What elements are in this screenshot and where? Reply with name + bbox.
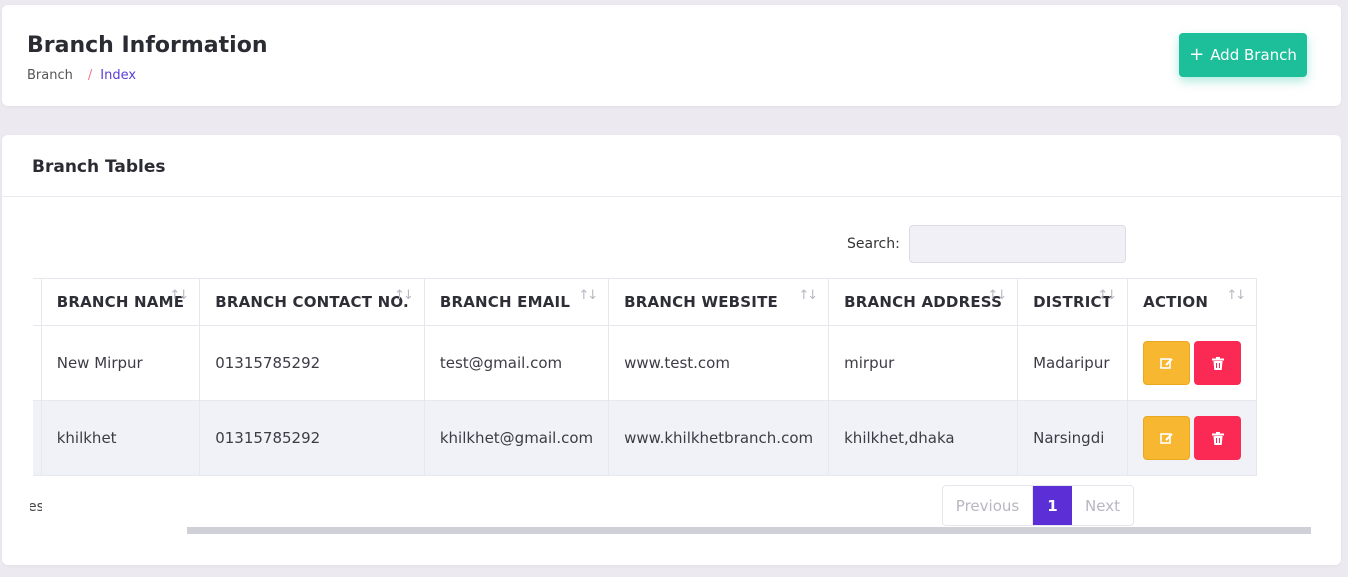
edit-button[interactable] <box>1143 341 1191 385</box>
cell-email: khilkhet@gmail.com <box>424 400 610 476</box>
pagination: Previous 1 Next <box>942 485 1134 526</box>
page-header-card: Branch Information Branch / Index + Add Br… <box>2 5 1341 106</box>
sort-icon: ↑↓ <box>169 288 189 303</box>
cell-email: test@gmail.com <box>424 325 610 401</box>
sort-icon: ↑↓ <box>578 288 598 303</box>
cell-address: khilkhet,dhaka <box>828 400 1019 476</box>
column-header-branch-website[interactable]: BRANCH WEBSITE ↑↓ <box>608 278 830 326</box>
edit-icon <box>1159 357 1173 369</box>
cell-contact: 01315785292 <box>199 400 425 476</box>
sort-icon: ↑↓ <box>1226 288 1246 303</box>
edit-icon <box>1159 432 1173 444</box>
cell-branch-name: khilkhet <box>41 400 201 476</box>
cell-id: 10042 <box>33 325 42 401</box>
column-header-branch-name[interactable]: BRANCH NAME ↑↓ <box>41 278 201 326</box>
sort-icon: ↑↓ <box>987 288 1007 303</box>
cell-website: www.test.com <box>608 325 830 401</box>
trash-icon <box>1211 356 1224 370</box>
table-row: 10042 New Mirpur 01315785292 test@gmail.… <box>33 325 1258 401</box>
trash-icon <box>1211 431 1224 445</box>
breadcrumb-separator: / <box>87 68 93 83</box>
page-title: Branch Information <box>27 33 268 58</box>
cell-action <box>1127 400 1258 476</box>
breadcrumb-current: Index <box>100 68 137 83</box>
search-input[interactable] <box>909 225 1126 263</box>
table-info-text: es <box>30 499 42 515</box>
table-card-title: Branch Tables <box>32 157 166 177</box>
sort-icon: ↑↓ <box>394 288 414 303</box>
table-scroll-area[interactable]: ID↑↓ BRANCH NAME↑↓ BRANCH CONTACT NO.↑↓ … <box>33 278 1311 476</box>
cell-district: Narsingdi <box>1017 400 1129 476</box>
cell-website: www.khilkhetbranch.com <box>608 400 830 476</box>
table-header-row: ID↑↓ BRANCH NAME↑↓ BRANCH CONTACT NO.↑↓ … <box>33 278 1258 326</box>
add-branch-label: Add Branch <box>1210 46 1297 64</box>
add-branch-button[interactable]: + Add Branch <box>1179 33 1307 77</box>
cell-action <box>1127 325 1258 401</box>
cell-id: 10041 <box>33 400 42 476</box>
column-header-district[interactable]: DISTRICT ↑↓ <box>1017 278 1129 326</box>
table-row: 10041 khilkhet 01315785292 khilkhet@gmai… <box>33 400 1258 476</box>
branch-table: ID↑↓ BRANCH NAME↑↓ BRANCH CONTACT NO.↑↓ … <box>33 278 1258 476</box>
pagination-next[interactable]: Next <box>1072 486 1133 525</box>
branch-table-card: Branch Tables Search: ID↑↓ BRANCH NAME↑↓… <box>2 135 1341 565</box>
column-header-branch-address[interactable]: BRANCH ADDRESS ↑↓ <box>828 278 1019 326</box>
card-divider <box>2 196 1341 197</box>
pagination-previous[interactable]: Previous <box>943 486 1033 525</box>
edit-button[interactable] <box>1143 416 1191 460</box>
cell-branch-name: New Mirpur <box>41 325 201 401</box>
pagination-page-1[interactable]: 1 <box>1033 486 1072 525</box>
sort-icon: ↑↓ <box>798 288 818 303</box>
plus-icon: + <box>1189 44 1205 65</box>
horizontal-scrollbar[interactable] <box>187 527 1311 534</box>
column-header-action[interactable]: ACTION ↑↓ <box>1127 278 1258 326</box>
breadcrumb: Branch / Index <box>27 68 136 83</box>
delete-button[interactable] <box>1194 341 1242 385</box>
breadcrumb-root[interactable]: Branch <box>27 68 73 83</box>
search-label: Search: <box>847 236 900 252</box>
column-header-id[interactable]: ID↑↓ <box>33 278 42 326</box>
delete-button[interactable] <box>1194 416 1242 460</box>
cell-address: mirpur <box>828 325 1019 401</box>
cell-district: Madaripur <box>1017 325 1129 401</box>
column-header-branch-contact[interactable]: BRANCH CONTACT NO. ↑↓ <box>199 278 425 326</box>
cell-contact: 01315785292 <box>199 325 425 401</box>
sort-icon: ↑↓ <box>1097 288 1117 303</box>
column-header-branch-email[interactable]: BRANCH EMAIL ↑↓ <box>424 278 610 326</box>
